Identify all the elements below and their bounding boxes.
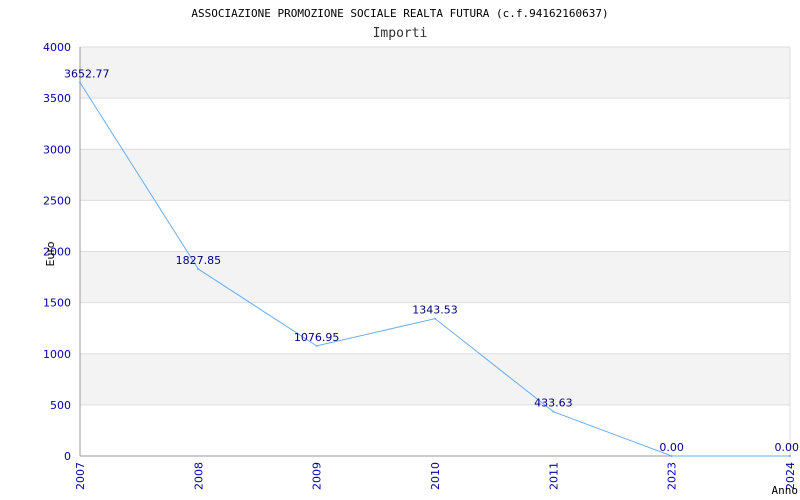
- x-tick-label: 2009: [311, 462, 324, 490]
- x-tick-label: 2010: [429, 462, 442, 490]
- y-tick-label: 500: [50, 399, 71, 412]
- line-chart: ASSOCIAZIONE PROMOZIONE SOCIALE REALTA F…: [43, 7, 800, 497]
- data-point: [789, 455, 791, 457]
- data-label: 433.63: [534, 397, 573, 410]
- x-tick-label: 2007: [74, 462, 87, 490]
- data-label: 0.00: [775, 441, 800, 454]
- y-axis-label: Euro: [44, 241, 57, 266]
- data-point: [670, 455, 673, 457]
- chart-subtitle: Importi: [373, 26, 428, 41]
- x-tick-label: 2023: [666, 462, 679, 490]
- plot-band: [80, 149, 790, 201]
- plot-band: [80, 47, 790, 99]
- y-tick-label: 0: [64, 450, 71, 463]
- data-point: [79, 81, 81, 84]
- x-tick-label: 2011: [547, 462, 560, 490]
- y-tick-label: 3000: [43, 143, 71, 156]
- data-point: [434, 317, 436, 320]
- y-tick-label: 1000: [43, 348, 71, 361]
- y-tick-label: 4000: [43, 41, 71, 54]
- y-tick-label: 1500: [43, 297, 71, 310]
- chart-title: ASSOCIAZIONE PROMOZIONE SOCIALE REALTA F…: [191, 7, 608, 20]
- y-tick-label: 3500: [43, 92, 71, 105]
- y-tick-label: 2500: [43, 194, 71, 207]
- data-label: 1343.53: [412, 304, 458, 317]
- plot-bands: [80, 47, 790, 405]
- data-label: 0.00: [659, 441, 684, 454]
- data-label: 1827.85: [176, 254, 222, 267]
- data-label: 3652.77: [64, 68, 110, 81]
- x-tick-labels: 2007 2008 2009 2010 2011 2023 2024: [74, 462, 797, 490]
- x-axis-label: Anno: [772, 484, 799, 497]
- data-point: [315, 344, 318, 347]
- x-tick-label: 2008: [192, 462, 205, 490]
- data-label: 1076.95: [294, 331, 340, 344]
- data-point: [552, 410, 555, 413]
- data-point: [197, 268, 200, 271]
- plot-band: [80, 353, 790, 405]
